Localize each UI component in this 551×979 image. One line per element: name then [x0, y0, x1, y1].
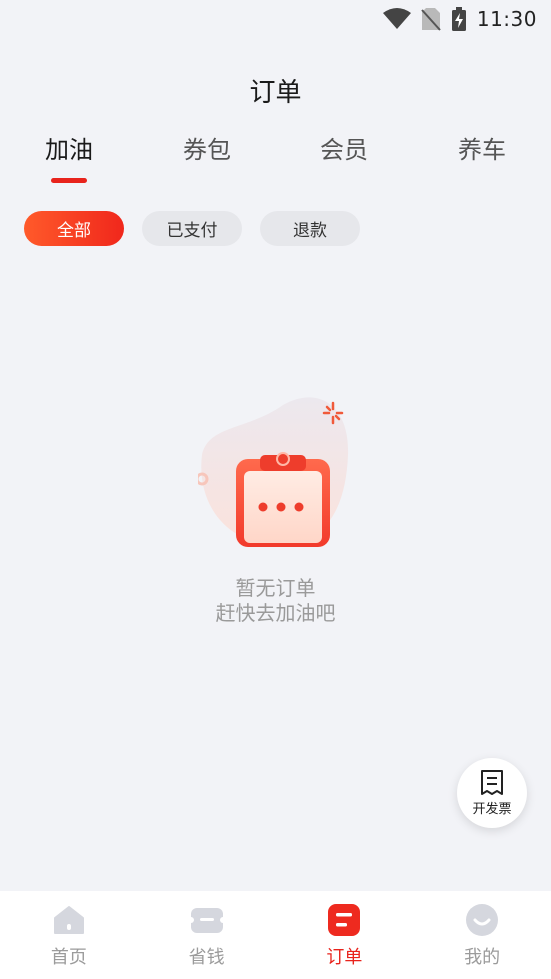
invoice-button[interactable]: 开发票 — [457, 758, 527, 828]
tab-membership[interactable]: 会员 — [294, 130, 394, 165]
empty-state-line2: 赶快去加油吧 — [215, 601, 336, 625]
empty-orders-illustration — [195, 395, 353, 550]
tab-label: 会员 — [320, 136, 368, 164]
no-sim-icon — [421, 8, 441, 31]
page-title: 订单 — [249, 78, 302, 108]
nav-home[interactable]: 首页 — [0, 891, 138, 979]
filter-all[interactable]: 全部 — [24, 211, 124, 246]
receipt-icon — [481, 769, 503, 795]
tab-active-indicator — [51, 178, 87, 183]
tab-label: 加油 — [45, 136, 93, 164]
tab-car-care[interactable]: 养车 — [432, 130, 532, 165]
nav-savings[interactable]: 省钱 — [138, 891, 276, 979]
filter-refund[interactable]: 退款 — [260, 211, 360, 246]
filter-paid[interactable]: 已支付 — [142, 211, 242, 246]
filter-chips: 全部 已支付 退款 — [24, 211, 360, 246]
battery-charging-icon — [451, 7, 466, 31]
tab-refuel[interactable]: 加油 — [19, 130, 119, 165]
nav-orders-label: 订单 — [326, 947, 363, 968]
order-icon — [327, 903, 361, 937]
nav-savings-label: 省钱 — [188, 947, 225, 968]
status-time: 11:30 — [476, 7, 537, 31]
tab-label: 养车 — [458, 136, 506, 164]
status-bar: 11:30 — [0, 0, 551, 38]
nav-orders[interactable]: 订单 — [276, 891, 414, 979]
ticket-icon — [189, 903, 224, 937]
nav-profile-label: 我的 — [464, 947, 501, 968]
home-icon — [52, 903, 86, 937]
nav-profile[interactable]: 我的 — [413, 891, 551, 979]
clipboard-icon — [195, 397, 349, 547]
empty-state-message: 暂无订单 赶快去加油吧 — [0, 576, 551, 626]
order-tabs: 加油 券包 会员 养车 — [0, 130, 551, 190]
nav-home-label: 首页 — [50, 947, 87, 968]
empty-state-line1: 暂无订单 — [235, 576, 316, 600]
tab-label: 券包 — [183, 136, 231, 164]
tab-coupons[interactable]: 券包 — [157, 130, 257, 165]
profile-icon — [465, 903, 499, 937]
bottom-nav: 首页 省钱 订单 我的 — [0, 891, 551, 979]
invoice-button-label: 开发票 — [472, 801, 512, 817]
wifi-icon — [382, 8, 411, 29]
